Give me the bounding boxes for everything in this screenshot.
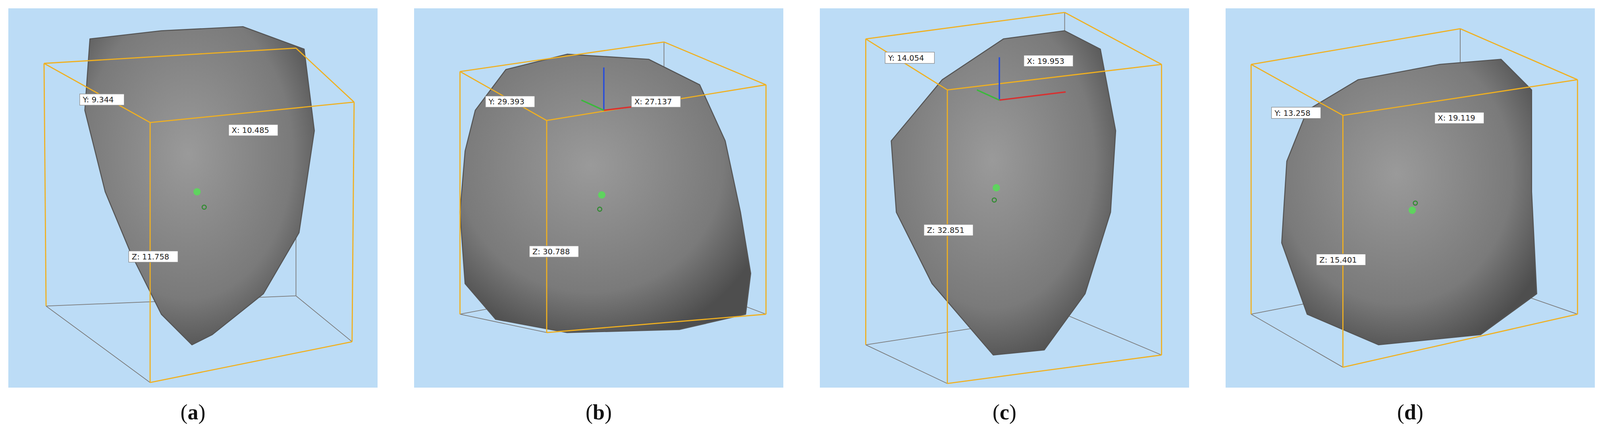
bounding-box-edge xyxy=(865,38,948,90)
bounding-box-edge xyxy=(150,341,353,383)
panel-caption: (d) xyxy=(1393,398,1428,428)
svg-text:Y: 29.393: Y: 29.393 xyxy=(488,97,525,107)
dimension-label: X: 10.485 xyxy=(228,124,278,136)
bounding-box-edge xyxy=(546,120,548,334)
svg-text:X: 19.953: X: 19.953 xyxy=(1027,56,1065,66)
bounding-box-edge xyxy=(44,63,151,123)
bounding-box-edge xyxy=(295,48,354,103)
bounding-box-edge xyxy=(295,296,352,343)
bounding-box-edge xyxy=(1460,28,1578,80)
svg-text:Y: 14.054: Y: 14.054 xyxy=(887,53,924,63)
dimension-label: Z: 15.401 xyxy=(1316,254,1366,266)
figure-panel: Y: 29.393 X: 27.137 Z: 30.788 (b) xyxy=(414,8,784,438)
render-canvas: Y: 13.258 X: 19.119 Z: 15.401 xyxy=(1225,8,1595,388)
panel-caption: (c) xyxy=(988,398,1021,428)
centroid-marker-icon xyxy=(1408,206,1416,215)
viewport: Y: 29.393 X: 27.137 Z: 30.788 xyxy=(414,8,784,388)
bounding-box-edge xyxy=(1576,79,1579,315)
centroid-marker-icon xyxy=(193,188,201,196)
dimension-label: X: 27.137 xyxy=(631,96,681,108)
bounding-box-edge xyxy=(546,314,766,333)
bounding-box-edge xyxy=(1250,64,1252,315)
center-marker-icon xyxy=(597,207,602,212)
render-canvas: Y: 29.393 X: 27.137 Z: 30.788 xyxy=(414,8,784,388)
bounding-box-edge xyxy=(765,84,767,315)
svg-text:X: 10.485: X: 10.485 xyxy=(231,125,270,135)
dimension-label: Z: 32.851 xyxy=(923,224,974,236)
svg-text:Y: 13.258: Y: 13.258 xyxy=(1274,108,1311,118)
dimension-label: Y: 14.054 xyxy=(884,52,935,64)
svg-text:Z: 15.401: Z: 15.401 xyxy=(1319,255,1357,265)
bounding-box-edge xyxy=(46,306,151,383)
svg-text:Z: 11.758: Z: 11.758 xyxy=(131,252,170,262)
figure: Y: 9.344 X: 10.485 Z: 11.758 (a) Y: 29.393 X:… xyxy=(0,0,1600,438)
dimension-label: Z: 11.758 xyxy=(128,251,178,263)
bounding-box-edge xyxy=(865,345,948,384)
bounding-box-edge xyxy=(1251,28,1461,65)
figure-panel: Y: 13.258 X: 19.119 Z: 15.401 (d) xyxy=(1225,8,1595,438)
center-marker-icon xyxy=(1413,201,1418,206)
svg-text:Z: 30.788: Z: 30.788 xyxy=(532,247,570,257)
svg-text:Z: 32.851: Z: 32.851 xyxy=(927,225,965,236)
bounding-box-edge xyxy=(44,48,297,64)
centroid-marker-icon xyxy=(992,184,1000,192)
svg-text:X: 19.119: X: 19.119 xyxy=(1437,113,1475,123)
center-marker-icon xyxy=(202,205,207,210)
bounding-box-edge xyxy=(459,71,461,315)
viewport: Y: 14.054 X: 19.953 Z: 32.851 xyxy=(819,8,1190,388)
render-canvas: Y: 14.054 X: 19.953 Z: 32.851 xyxy=(819,8,1190,388)
bounding-box-edge xyxy=(1342,115,1344,368)
bounding-box-edge xyxy=(947,355,1162,384)
bounding-box-edge xyxy=(546,84,766,121)
bounding-box-edge xyxy=(460,42,665,72)
rock-model[interactable] xyxy=(84,26,315,346)
bounding-box-edge xyxy=(460,71,547,121)
rock-model[interactable] xyxy=(460,54,751,334)
bounding-box-edge xyxy=(1342,79,1578,116)
figure-panel: Y: 14.054 X: 19.953 Z: 32.851 (c) xyxy=(819,8,1190,438)
panel-caption: (b) xyxy=(581,398,616,428)
bounding-box-edge xyxy=(947,64,1162,90)
centroid-marker-icon xyxy=(597,191,606,199)
figure-panel: Y: 9.344 X: 10.485 Z: 11.758 (a) xyxy=(8,8,378,438)
panel-caption: (a) xyxy=(176,398,210,428)
dimension-label: Y: 29.393 xyxy=(485,96,535,108)
dimension-label: X: 19.953 xyxy=(1023,55,1074,67)
bounding-box-edge xyxy=(865,12,1065,39)
bounding-box-edge xyxy=(946,90,949,384)
bounding-box-edge xyxy=(1064,12,1162,65)
bounding-box-edge xyxy=(44,63,47,307)
rock-model[interactable] xyxy=(891,30,1116,356)
center-marker-icon xyxy=(992,198,997,203)
bounding-box-edge xyxy=(150,102,355,123)
svg-text:Y: 9.344: Y: 9.344 xyxy=(82,95,114,105)
dimension-label: Z: 30.788 xyxy=(529,246,579,258)
render-canvas: Y: 9.344 X: 10.485 Z: 11.758 xyxy=(8,8,378,388)
viewport: Y: 9.344 X: 10.485 Z: 11.758 xyxy=(8,8,378,388)
bounding-box-edge xyxy=(1342,314,1578,368)
dimension-label: Y: 13.258 xyxy=(1271,107,1321,119)
bounding-box-edge xyxy=(1064,314,1162,356)
bounding-box-edge xyxy=(352,102,355,342)
bounding-box-edge xyxy=(663,42,766,85)
dimension-label: Y: 9.344 xyxy=(79,94,125,106)
dimension-label: X: 19.119 xyxy=(1434,112,1485,124)
bounding-box-edge xyxy=(865,38,867,346)
viewport: Y: 13.258 X: 19.119 Z: 15.401 xyxy=(1225,8,1595,388)
svg-text:X: 27.137: X: 27.137 xyxy=(634,97,672,107)
bounding-box-edge xyxy=(1160,64,1163,355)
